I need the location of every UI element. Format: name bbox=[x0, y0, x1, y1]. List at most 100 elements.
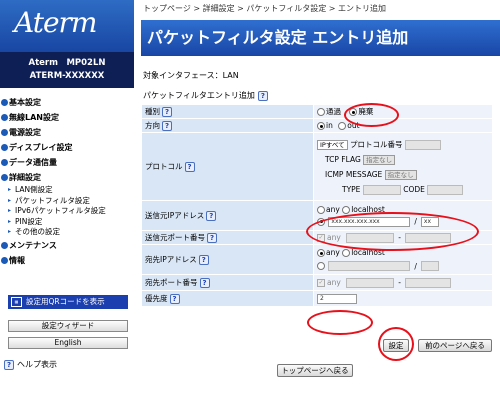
value-cell: in out bbox=[313, 118, 493, 133]
help-icon[interactable]: ? bbox=[169, 294, 180, 304]
filter-entry-table: 種別? 通過 廃棄 方向? in out プロトコル? IPすべて プロトコル番… bbox=[141, 104, 493, 307]
dst-ip-specify-radio[interactable] bbox=[317, 262, 325, 271]
aterm-logo: Aterm bbox=[14, 6, 97, 39]
type-pass-radio[interactable] bbox=[317, 108, 325, 116]
bullet-icon bbox=[1, 241, 8, 249]
dst-port-any-checkbox[interactable]: ✓ bbox=[317, 278, 325, 287]
dst-ip-any-radio[interactable] bbox=[317, 249, 325, 258]
bullet-icon bbox=[1, 99, 8, 106]
logo-area: Aterm bbox=[0, 0, 134, 52]
src-port-from-input[interactable] bbox=[346, 232, 395, 243]
value-cell: 2 bbox=[313, 290, 493, 307]
src-ip-input[interactable]: xxx.xxx.xxx.xxx bbox=[328, 216, 411, 227]
menu-item-power[interactable]: 電源設定 bbox=[0, 125, 134, 140]
value-cell: any localhost / bbox=[313, 244, 493, 275]
menu-item-wlan[interactable]: 無線LAN設定 bbox=[0, 110, 134, 125]
value-cell: any localhost xxx.xxx.xxx.xxx / xx bbox=[313, 200, 493, 231]
annotation-highlight bbox=[307, 310, 373, 335]
help-icon[interactable]: ? bbox=[207, 233, 217, 243]
model-name: Aterm MP02LN bbox=[28, 58, 106, 68]
help-icon[interactable]: ? bbox=[206, 211, 217, 221]
label-cell: 優先度? bbox=[141, 290, 314, 307]
label-cell: プロトコル? bbox=[141, 132, 314, 201]
priority-input[interactable]: 2 bbox=[317, 293, 357, 304]
show-qr-button[interactable]: ▦ 設定用QRコードを表示 bbox=[8, 295, 128, 309]
sidebar-menu: 基本設定 無線LAN設定 電源設定 ディスプレイ設定 データ通信量 詳細設定 L… bbox=[0, 95, 134, 268]
model-info: Aterm MP02LN ATERM-XXXXXX bbox=[0, 52, 134, 88]
dst-port-from-input[interactable] bbox=[346, 277, 395, 288]
device-id: ATERM-XXXXXX bbox=[29, 71, 105, 81]
menu-item-maintenance[interactable]: メンテナンス bbox=[0, 238, 134, 253]
label-cell: 宛先ポート番号? bbox=[141, 274, 314, 291]
top-page-button[interactable]: トップページへ戻る bbox=[277, 364, 353, 377]
sub-item-packet-filter[interactable]: パケットフィルタ設定 bbox=[0, 196, 134, 207]
src-ip-localhost-radio[interactable] bbox=[342, 205, 351, 214]
row-src-ip: 送信元IPアドレス? any localhost xxx.xxx.xxx.xxx… bbox=[141, 200, 493, 231]
tcp-flag-select[interactable]: 指定なし bbox=[363, 154, 396, 165]
sidebar: Aterm Aterm MP02LN ATERM-XXXXXX 基本設定 無線L… bbox=[0, 0, 134, 393]
menu-item-data-usage[interactable]: データ通信量 bbox=[0, 155, 134, 170]
help-display-link[interactable]: ? ヘルプ表示 bbox=[4, 359, 57, 370]
help-icon[interactable]: ? bbox=[184, 162, 195, 172]
help-icon[interactable]: ? bbox=[257, 90, 268, 101]
page-title: パケットフィルタ設定 エントリ追加 bbox=[141, 20, 500, 56]
label-cell: 送信元IPアドレス? bbox=[141, 200, 314, 231]
help-icon[interactable]: ? bbox=[162, 107, 172, 117]
english-button[interactable]: English bbox=[8, 337, 128, 349]
value-cell: ✓ any - bbox=[313, 230, 493, 245]
src-ip-specify-radio[interactable] bbox=[317, 217, 325, 226]
menu-item-advanced[interactable]: 詳細設定 bbox=[0, 170, 134, 185]
label-cell: 種別? bbox=[141, 104, 314, 119]
protocol-select[interactable]: IPすべて bbox=[317, 139, 348, 150]
row-direction: 方向? in out bbox=[141, 118, 493, 133]
row-priority: 優先度? 2 bbox=[141, 290, 493, 307]
qr-code-icon: ▦ bbox=[11, 297, 22, 307]
back-button[interactable]: 前のページへ戻る bbox=[418, 339, 492, 352]
src-mask-input[interactable]: xx bbox=[420, 216, 439, 227]
direction-in-radio[interactable] bbox=[317, 122, 325, 130]
sub-item-other[interactable]: その他の設定 bbox=[0, 227, 134, 238]
set-button[interactable]: 設定 bbox=[383, 339, 409, 352]
icmp-code-input[interactable] bbox=[427, 184, 464, 195]
src-ip-any-radio[interactable] bbox=[317, 205, 325, 214]
label-cell: 送信元ポート番号? bbox=[141, 230, 314, 245]
help-icon[interactable]: ? bbox=[162, 121, 172, 131]
icmp-type-input[interactable] bbox=[362, 184, 401, 195]
bullet-icon bbox=[1, 129, 8, 136]
bullet-icon bbox=[1, 114, 8, 121]
help-icon: ? bbox=[4, 359, 14, 370]
src-port-any-checkbox[interactable]: ✓ bbox=[317, 233, 325, 242]
row-type: 種別? 通過 廃棄 bbox=[141, 104, 493, 119]
protocol-number-input[interactable] bbox=[404, 139, 441, 150]
dst-ip-input[interactable] bbox=[328, 261, 411, 272]
type-discard-radio[interactable] bbox=[349, 108, 358, 116]
section-title: パケットフィルタエントリ追加? bbox=[143, 90, 271, 101]
bullet-icon bbox=[1, 174, 8, 181]
dst-mask-input[interactable] bbox=[420, 261, 439, 272]
help-icon[interactable]: ? bbox=[199, 278, 210, 288]
value-cell: IPすべて プロトコル番号 TCP FLAG 指定なし ICMP MESSAGE… bbox=[313, 132, 493, 201]
sub-item-ipv6-packet-filter[interactable]: IPv6パケットフィルタ設定 bbox=[0, 206, 134, 217]
interface-label: 対象インタフェース：LAN bbox=[143, 71, 239, 80]
menu-item-display[interactable]: ディスプレイ設定 bbox=[0, 140, 134, 155]
sub-item-lan[interactable]: LAN側設定 bbox=[0, 185, 134, 196]
bullet-icon bbox=[1, 159, 8, 166]
icmp-message-select[interactable]: 指定なし bbox=[384, 169, 417, 180]
src-port-to-input[interactable] bbox=[404, 232, 451, 243]
menu-item-info[interactable]: 情報 bbox=[0, 253, 134, 268]
value-cell: ✓ any - bbox=[313, 274, 493, 291]
help-icon[interactable]: ? bbox=[198, 255, 209, 265]
row-src-port: 送信元ポート番号? ✓ any - bbox=[141, 230, 493, 245]
dst-port-to-input[interactable] bbox=[404, 277, 451, 288]
breadcrumb: トップページ > 詳細設定 > パケットフィルタ設定 > エントリ追加 bbox=[143, 4, 387, 13]
direction-out-radio[interactable] bbox=[338, 122, 347, 130]
menu-item-basic[interactable]: 基本設定 bbox=[0, 95, 134, 110]
dst-ip-localhost-radio[interactable] bbox=[342, 249, 351, 258]
setup-wizard-button[interactable]: 設定ウィザード bbox=[8, 320, 128, 332]
row-dst-ip: 宛先IPアドレス? any localhost / bbox=[141, 244, 493, 275]
label-cell: 方向? bbox=[141, 118, 314, 133]
sub-item-pin[interactable]: PIN設定 bbox=[0, 217, 134, 228]
row-protocol: プロトコル? IPすべて プロトコル番号 TCP FLAG 指定なし ICMP … bbox=[141, 132, 493, 201]
value-cell: 通過 廃棄 bbox=[313, 104, 493, 119]
bullet-icon bbox=[1, 256, 8, 264]
